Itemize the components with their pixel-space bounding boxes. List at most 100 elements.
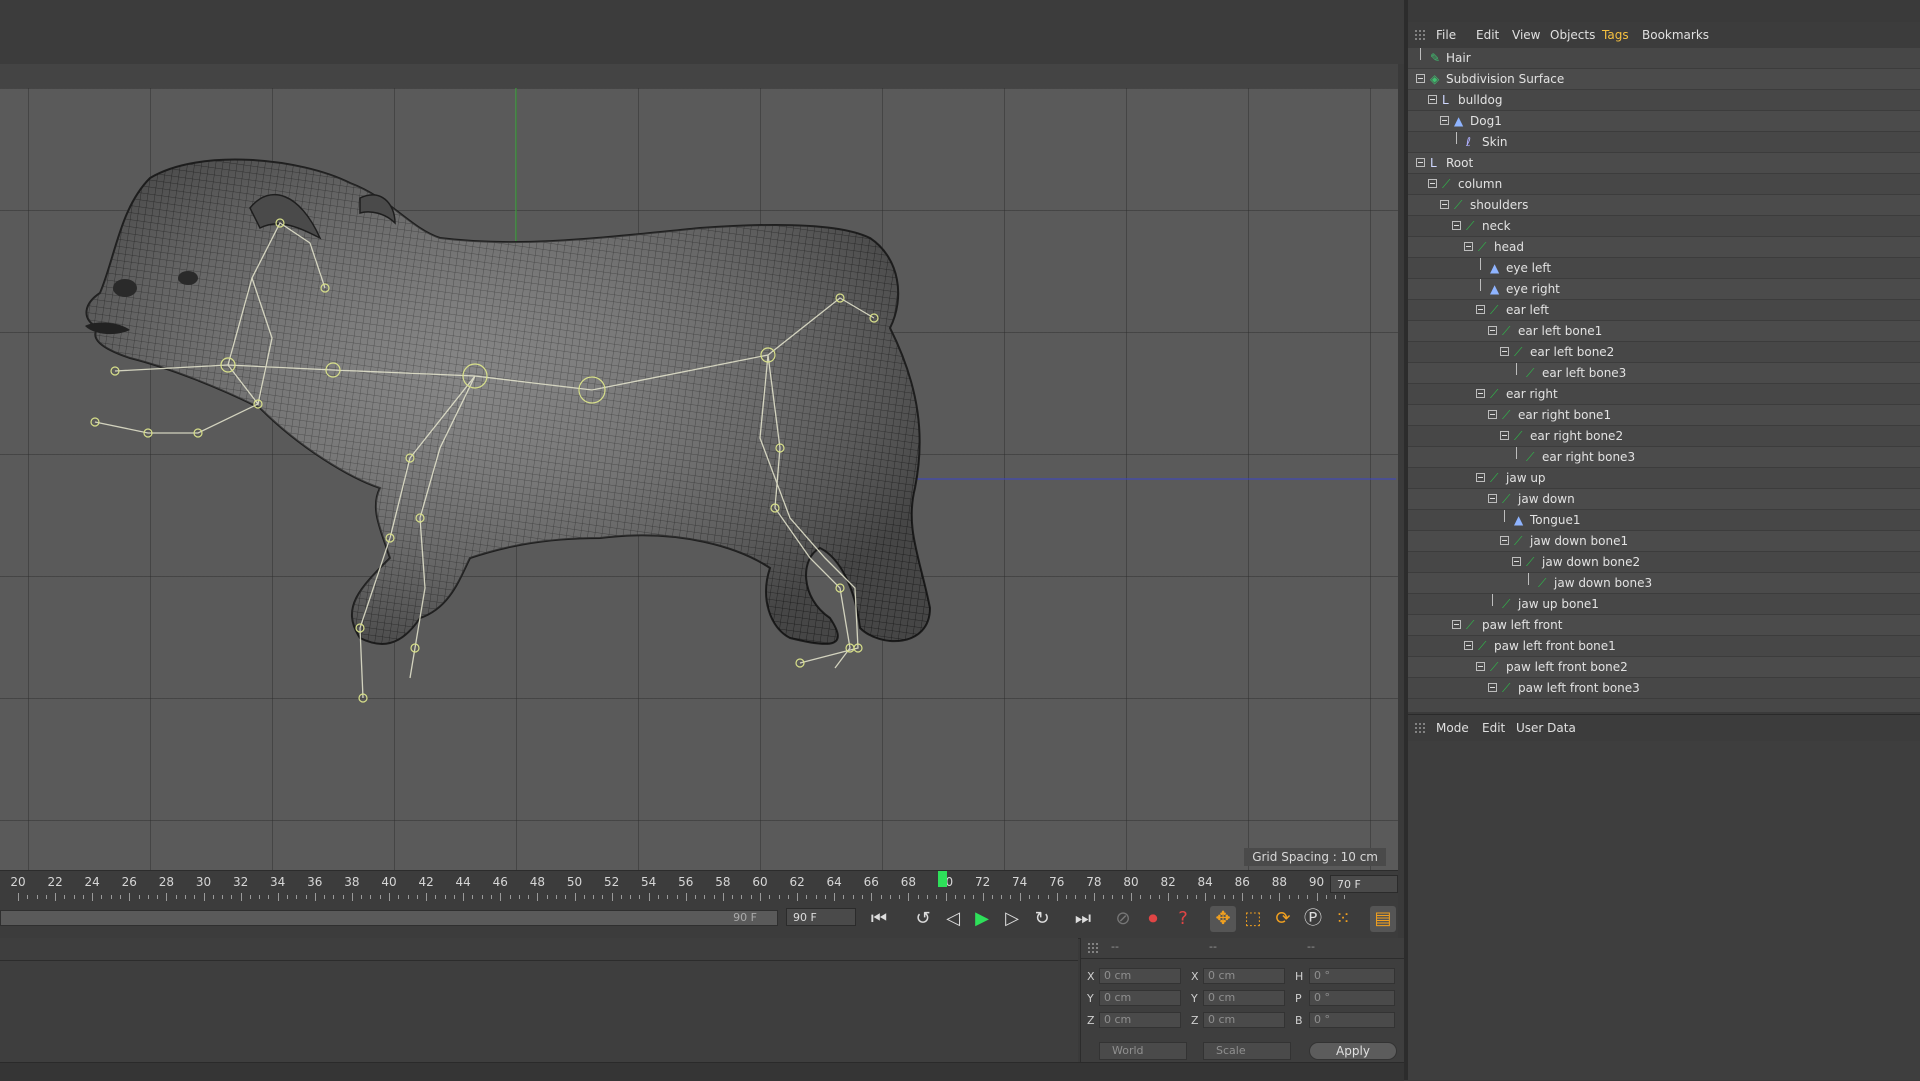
object-tree-row[interactable]: ✎ Hair — [1408, 48, 1920, 69]
autokey-button[interactable]: ⏺ — [1140, 906, 1166, 932]
rotation-key-button[interactable]: ⟳ — [1270, 906, 1296, 932]
collapse-toggle-icon[interactable] — [1476, 473, 1485, 482]
object-tree-row[interactable]: ℓ Skin — [1408, 132, 1920, 153]
collapse-toggle-icon[interactable] — [1512, 557, 1521, 566]
object-tree-row[interactable]: ⟋ paw left front bone2 — [1408, 657, 1920, 678]
object-tree-row[interactable]: Lbulldog — [1408, 90, 1920, 111]
object-tree-row[interactable]: ⟋ ear right bone1 — [1408, 405, 1920, 426]
menu-view[interactable]: View — [1512, 28, 1540, 42]
collapse-toggle-icon[interactable] — [1416, 158, 1425, 167]
object-tree-row[interactable]: ⟋ jaw down — [1408, 489, 1920, 510]
panel-grip-icon[interactable] — [1414, 29, 1426, 41]
collapse-toggle-icon[interactable] — [1476, 662, 1485, 671]
object-tree-row[interactable]: ▲ eye right — [1408, 279, 1920, 300]
playhead-marker[interactable] — [937, 871, 947, 887]
object-tree-row[interactable]: ⟋ jaw up — [1408, 468, 1920, 489]
object-tree-row[interactable]: ⟋ ear left bone2 — [1408, 342, 1920, 363]
object-tree-row[interactable]: ⟋ ear right — [1408, 384, 1920, 405]
3d-viewport[interactable]: Grid Spacing : 10 cm — [0, 88, 1398, 870]
previous-frame-button[interactable]: ◁ — [940, 906, 966, 932]
coordinate-system-select[interactable]: World — [1099, 1042, 1187, 1060]
pos-x-field[interactable]: 0 cm — [1099, 968, 1181, 984]
collapse-toggle-icon[interactable] — [1464, 242, 1473, 251]
menu-edit[interactable]: Edit — [1476, 28, 1499, 42]
position-key-button[interactable]: ✥ — [1210, 906, 1236, 932]
record-active-button[interactable]: ⊘ — [1110, 906, 1136, 932]
rot-b-field[interactable]: 0 ° — [1309, 1012, 1395, 1028]
play-forward-button[interactable]: ▶ — [969, 906, 995, 932]
collapse-toggle-icon[interactable] — [1476, 389, 1485, 398]
rot-h-field[interactable]: 0 ° — [1309, 968, 1395, 984]
size-z-field[interactable]: 0 cm — [1203, 1012, 1285, 1028]
object-tree-row[interactable]: ⟋ ear left bone1 — [1408, 321, 1920, 342]
parameter-key-button[interactable]: Ⓟ — [1300, 906, 1326, 932]
object-tree-row[interactable]: ⟋ paw left front bone3 — [1408, 678, 1920, 699]
object-tree-row[interactable]: ⟋ jaw down bone1 — [1408, 531, 1920, 552]
pos-z-field[interactable]: 0 cm — [1099, 1012, 1181, 1028]
collapse-toggle-icon[interactable] — [1488, 326, 1497, 335]
rot-p-field[interactable]: 0 ° — [1309, 990, 1395, 1006]
menu-attr-edit[interactable]: Edit — [1482, 721, 1505, 735]
menu-user-data[interactable]: User Data — [1516, 721, 1576, 735]
collapse-toggle-icon[interactable] — [1500, 431, 1509, 440]
object-tree-row[interactable]: L Root — [1408, 153, 1920, 174]
menu-mode[interactable]: Mode — [1436, 721, 1469, 735]
object-tree-row[interactable]: ⟋ ear right bone2 — [1408, 426, 1920, 447]
menu-bookmarks[interactable]: Bookmarks — [1642, 28, 1709, 42]
preview-range-slider[interactable]: 90 F — [0, 910, 778, 926]
timeline-ruler[interactable]: 20 22 24 26 28 30 32 34 36 38 40 42 44 46 48 50 52 54 56 58… — [0, 870, 1398, 903]
collapse-toggle-icon[interactable] — [1500, 536, 1509, 545]
object-tree-row[interactable]: ▲ Tongue1 — [1408, 510, 1920, 531]
object-tree-row[interactable]: ⟋ jaw down bone3 — [1408, 573, 1920, 594]
panel-grip-icon[interactable] — [1414, 722, 1426, 734]
go-to-end-button[interactable]: ⏭ — [1070, 906, 1096, 932]
size-x-field[interactable]: 0 cm — [1203, 968, 1285, 984]
object-tree-row[interactable]: ⟋ column — [1408, 174, 1920, 195]
keyframe-selection-button[interactable]: ? — [1170, 906, 1196, 932]
collapse-toggle-icon[interactable] — [1428, 179, 1437, 188]
collapse-toggle-icon[interactable] — [1500, 347, 1509, 356]
object-tree-row[interactable]: ⟋ head — [1408, 237, 1920, 258]
size-mode-select[interactable]: Scale — [1203, 1042, 1291, 1060]
collapse-toggle-icon[interactable] — [1476, 305, 1485, 314]
go-to-start-button[interactable]: ⏮ — [866, 906, 892, 932]
panel-grip-icon[interactable] — [1087, 942, 1099, 954]
object-tree-row[interactable]: ⟋ ear left — [1408, 300, 1920, 321]
object-tree-row[interactable]: ▲ Dog1 — [1408, 111, 1920, 132]
object-tree-row[interactable]: ⟋ ear left bone3 — [1408, 363, 1920, 384]
next-frame-button[interactable]: ▷ — [999, 906, 1025, 932]
size-y-field[interactable]: 0 cm — [1203, 990, 1285, 1006]
next-key-button[interactable]: ↻ — [1029, 906, 1055, 932]
collapse-toggle-icon[interactable] — [1440, 200, 1449, 209]
collapse-toggle-icon[interactable] — [1488, 683, 1497, 692]
object-tree-row[interactable]: ⟋ ear right bone3 — [1408, 447, 1920, 468]
pos-y-field[interactable]: 0 cm — [1099, 990, 1181, 1006]
timeline-window-button[interactable]: ▤ — [1370, 906, 1396, 932]
menu-objects[interactable]: Objects — [1550, 28, 1595, 42]
object-tree-row[interactable]: ◈ Subdivision Surface — [1408, 69, 1920, 90]
object-tree-row[interactable]: ⟋ neck — [1408, 216, 1920, 237]
menu-file[interactable]: File — [1436, 28, 1456, 42]
previous-key-button[interactable]: ↺ — [910, 906, 936, 932]
collapse-toggle-icon[interactable] — [1416, 74, 1425, 83]
collapse-toggle-icon[interactable] — [1452, 221, 1461, 230]
collapse-toggle-icon[interactable] — [1464, 641, 1473, 650]
menu-tags[interactable]: Tags — [1602, 28, 1629, 42]
object-tree-row[interactable]: ▲ eye left — [1408, 258, 1920, 279]
object-tree-row[interactable]: ⟋ paw left front bone1 — [1408, 636, 1920, 657]
max-frame-field[interactable]: 90 F — [786, 908, 856, 926]
collapse-toggle-icon[interactable] — [1452, 620, 1461, 629]
collapse-toggle-icon[interactable] — [1428, 95, 1437, 104]
collapse-toggle-icon[interactable] — [1488, 494, 1497, 503]
object-tree-row[interactable]: ⟋ paw left front — [1408, 615, 1920, 636]
point-level-button[interactable]: ⁙ — [1330, 906, 1356, 932]
current-frame-field[interactable]: 70 F — [1330, 875, 1398, 893]
collapse-toggle-icon[interactable] — [1440, 116, 1449, 125]
object-tree-row[interactable]: ⟋ shoulders — [1408, 195, 1920, 216]
object-tree-row[interactable]: ⟋ jaw up bone1 — [1408, 594, 1920, 615]
scale-key-button[interactable]: ⬚ — [1240, 906, 1266, 932]
collapse-toggle-icon[interactable] — [1488, 410, 1497, 419]
timeline-tick-label: 40 — [381, 875, 397, 889]
apply-button[interactable]: Apply — [1309, 1042, 1397, 1060]
object-tree-row[interactable]: ⟋ jaw down bone2 — [1408, 552, 1920, 573]
